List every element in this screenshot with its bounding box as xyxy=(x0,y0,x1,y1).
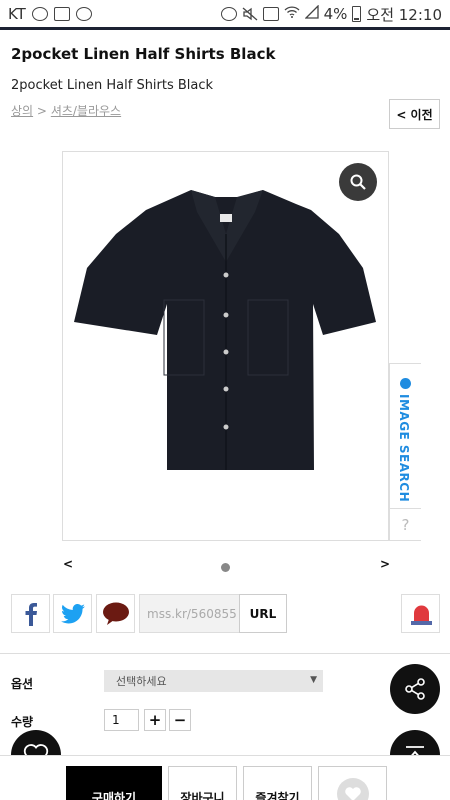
breadcrumb-category[interactable]: 상의 xyxy=(11,104,33,118)
search-icon xyxy=(350,174,366,190)
copy-url-button[interactable]: URL xyxy=(239,594,287,633)
image-search-label: IMAGE SEARCH xyxy=(397,394,411,503)
carousel-indicator[interactable] xyxy=(221,563,230,572)
dropdown-arrow-icon: ▼ xyxy=(310,675,317,685)
battery-icon xyxy=(352,6,362,22)
product-title: 2pocket Linen Half Shirts Black xyxy=(11,45,276,63)
zoom-button[interactable] xyxy=(339,163,377,201)
battery-percent: 4% xyxy=(323,5,348,23)
previous-button[interactable]: < 이전 xyxy=(389,99,440,129)
option-select-value: 선택하세요 xyxy=(116,675,167,688)
siren-icon xyxy=(411,605,432,625)
facebook-icon xyxy=(25,602,37,626)
shirt-image xyxy=(74,190,376,470)
sync-icon xyxy=(75,7,92,21)
signal-icon xyxy=(304,4,319,23)
breadcrumb-separator: > xyxy=(36,104,47,118)
image-search-dot-icon xyxy=(400,378,411,389)
mute-icon xyxy=(242,7,258,21)
header-divider xyxy=(0,27,450,30)
option-label: 옵션 xyxy=(11,677,34,691)
buy-button[interactable]: 구매하기 xyxy=(66,766,162,800)
speech-bubble-icon xyxy=(102,602,129,625)
product-image[interactable] xyxy=(62,151,389,541)
notification-icon xyxy=(31,7,48,21)
section-divider xyxy=(0,653,450,654)
facebook-share-button[interactable] xyxy=(11,594,50,633)
favorite-button[interactable]: 즐겨찾기 xyxy=(243,766,312,800)
cart-button[interactable]: 장바구니 xyxy=(168,766,237,800)
carousel-prev-button[interactable]: < xyxy=(63,557,73,571)
carrier-label: KT xyxy=(8,5,26,23)
image-search-button[interactable]: IMAGE SEARCH xyxy=(389,363,421,509)
status-bar: KT 4% 오전 12:10 xyxy=(0,0,450,28)
share-icon xyxy=(405,678,425,700)
twitter-icon xyxy=(60,603,85,623)
breadcrumb: 상의 > 셔츠/블라우스 xyxy=(11,102,121,119)
clock: 오전 12:10 xyxy=(366,5,442,24)
hd-icon xyxy=(262,7,279,21)
carousel-next-button[interactable]: > xyxy=(380,557,390,571)
message-share-button[interactable] xyxy=(96,594,135,633)
add-circle-icon xyxy=(220,7,237,21)
quantity-input[interactable]: 1 xyxy=(104,709,139,731)
share-fab[interactable] xyxy=(390,664,440,714)
wifi-icon xyxy=(284,5,300,23)
like-button[interactable] xyxy=(318,766,387,800)
twitter-share-button[interactable] xyxy=(53,594,92,633)
share-url-field[interactable]: mss.kr/560855 xyxy=(139,594,240,633)
heart-circle-icon xyxy=(336,778,369,800)
gallery-icon xyxy=(53,7,70,21)
quantity-minus-button[interactable]: − xyxy=(169,709,191,731)
report-button[interactable] xyxy=(401,594,440,633)
product-subtitle: 2pocket Linen Half Shirts Black xyxy=(11,78,214,93)
quantity-plus-button[interactable]: + xyxy=(144,709,166,731)
quantity-label: 수량 xyxy=(11,715,34,729)
option-select[interactable]: 선택하세요 ▼ xyxy=(104,670,323,692)
breadcrumb-subcategory[interactable]: 셔츠/블라우스 xyxy=(51,104,121,118)
image-search-help-button[interactable]: ? xyxy=(389,509,421,541)
